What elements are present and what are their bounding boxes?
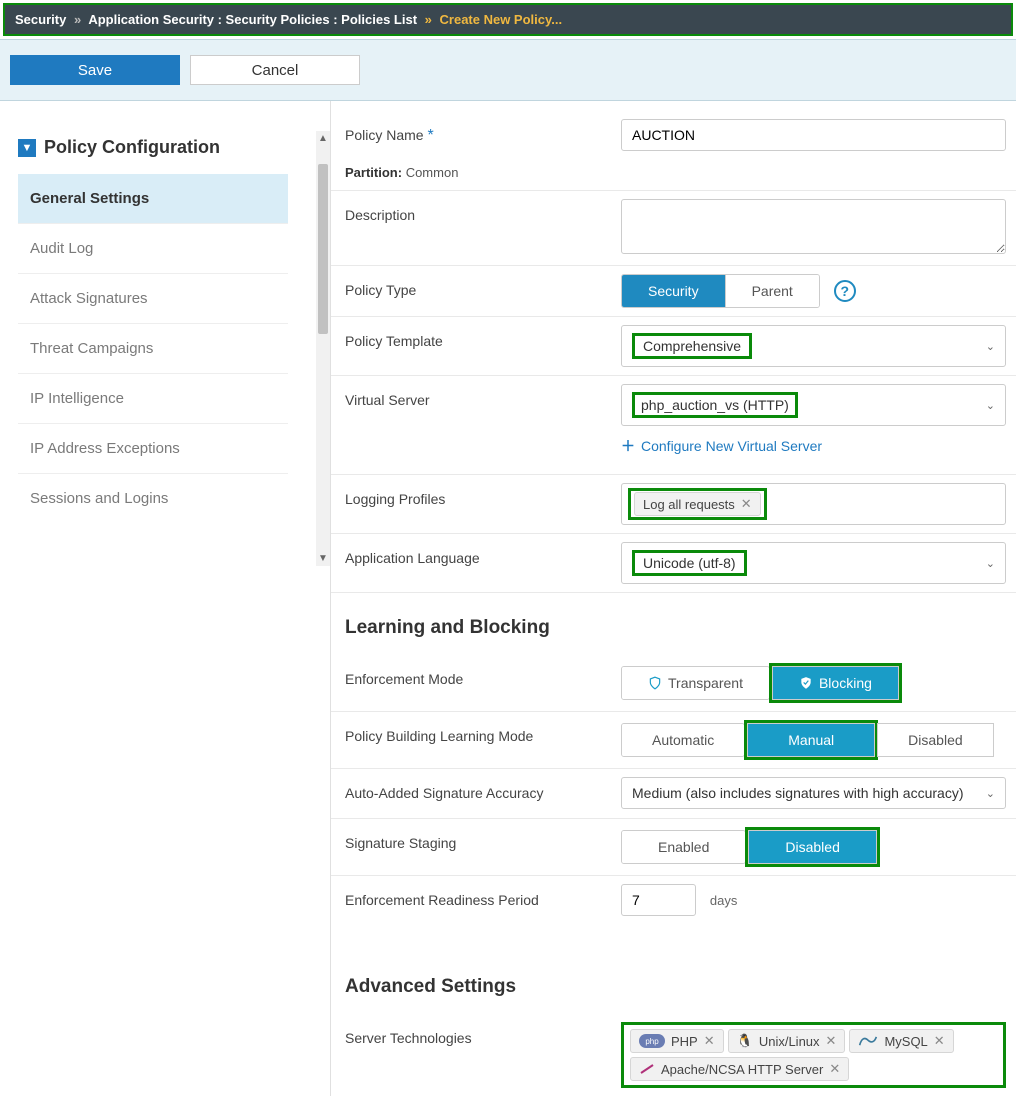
policy-template-label: Policy Template (331, 317, 611, 375)
php-icon: php (639, 1034, 665, 1048)
shield-outline-icon (648, 676, 662, 690)
server-tech-tag-apache: Apache/NCSA HTTP Server ✕ (630, 1057, 849, 1081)
server-tech-input[interactable]: php PHP ✕ 🐧 Unix/Linux ✕ MySQL ✕ (624, 1025, 1003, 1085)
remove-tag-icon[interactable]: ✕ (934, 1033, 945, 1049)
sidebar-item-ip-intelligence[interactable]: IP Intelligence (18, 373, 288, 423)
content-pane: Policy Name * Partition: Common Descript… (330, 101, 1016, 1096)
sig-staging-toggle: Enabled (621, 830, 746, 864)
logging-profile-tag: Log all requests ✕ (634, 492, 761, 516)
sidebar-title: Policy Configuration (44, 137, 220, 158)
enforcement-transparent[interactable]: Transparent (622, 667, 769, 699)
help-icon[interactable]: ? (834, 280, 856, 302)
configure-vs-link[interactable]: ＋ Configure New Virtual Server (621, 436, 822, 456)
remove-tag-icon[interactable]: ✕ (829, 1061, 840, 1077)
breadcrumb-path[interactable]: Application Security : Security Policies… (88, 12, 417, 27)
server-tech-label: Server Technologies (331, 1014, 611, 1096)
sig-accuracy-label: Auto-Added Signature Accuracy (331, 769, 611, 818)
readiness-input[interactable] (621, 884, 696, 916)
learning-mode-label: Policy Building Learning Mode (331, 712, 611, 768)
logging-profiles-input[interactable]: Log all requests ✕ (621, 483, 1006, 525)
sidebar-section-header[interactable]: ▼ Policy Configuration (18, 131, 288, 174)
action-bar: Save Cancel (0, 39, 1016, 101)
remove-tag-icon[interactable]: ✕ (704, 1033, 715, 1049)
chevron-down-icon: ⌄ (986, 340, 995, 353)
cancel-button[interactable]: Cancel (190, 55, 360, 85)
virtual-server-label: Virtual Server (331, 376, 611, 474)
policy-type-security[interactable]: Security (622, 275, 725, 307)
breadcrumb-root[interactable]: Security (15, 12, 66, 27)
breadcrumb-sep-icon: » (74, 12, 81, 27)
logging-profiles-label: Logging Profiles (331, 475, 611, 533)
policy-type-label: Policy Type (331, 266, 611, 316)
sidebar-item-general-settings[interactable]: General Settings (18, 174, 288, 223)
policy-type-parent[interactable]: Parent (725, 275, 819, 307)
remove-tag-icon[interactable]: ✕ (741, 496, 752, 512)
collapse-icon[interactable]: ▼ (18, 139, 36, 157)
learning-manual[interactable]: Manual (748, 724, 874, 756)
scroll-up-icon[interactable]: ▲ (316, 131, 330, 146)
learning-automatic[interactable]: Automatic (622, 724, 744, 756)
server-tech-tag-unix: 🐧 Unix/Linux ✕ (728, 1029, 846, 1053)
scroll-thumb[interactable] (318, 164, 328, 334)
policy-template-select[interactable]: Comprehensive ⌄ (621, 325, 1006, 367)
mysql-icon (858, 1035, 878, 1047)
sidebar: ▼ Policy Configuration General SettingsA… (0, 101, 330, 1096)
chevron-down-icon: ⌄ (986, 557, 995, 570)
advanced-section-title: Advanced Settings (331, 926, 1016, 1014)
learning-disabled[interactable]: Disabled (878, 724, 992, 756)
learning-mode-toggle: Automatic (621, 723, 745, 757)
enforcement-blocking[interactable]: Blocking (773, 667, 898, 699)
learning-section-title: Learning and Blocking (331, 593, 1016, 655)
staging-enabled[interactable]: Enabled (622, 831, 745, 863)
shield-check-icon (799, 676, 813, 690)
sidebar-item-threat-campaigns[interactable]: Threat Campaigns (18, 323, 288, 373)
description-label: Description (331, 191, 611, 265)
readiness-unit: days (710, 893, 737, 908)
breadcrumb: Security » Application Security : Securi… (3, 3, 1013, 36)
remove-tag-icon[interactable]: ✕ (826, 1033, 837, 1049)
sidebar-item-sessions-and-logins[interactable]: Sessions and Logins (18, 473, 288, 523)
server-tech-tag-mysql: MySQL ✕ (849, 1029, 953, 1053)
plus-icon: ＋ (621, 436, 635, 456)
sidebar-item-attack-signatures[interactable]: Attack Signatures (18, 273, 288, 323)
policy-name-input[interactable] (621, 119, 1006, 151)
sig-staging-label: Signature Staging (331, 819, 611, 875)
server-tech-tag-php: php PHP ✕ (630, 1029, 724, 1053)
policy-type-toggle: Security Parent (621, 274, 820, 308)
linux-icon: 🐧 (737, 1033, 753, 1049)
chevron-down-icon: ⌄ (986, 787, 995, 800)
enforcement-mode-label: Enforcement Mode (331, 655, 611, 711)
description-input[interactable] (621, 199, 1006, 254)
breadcrumb-sep-icon: » (425, 12, 432, 27)
scroll-down-icon[interactable]: ▼ (316, 551, 330, 566)
staging-disabled[interactable]: Disabled (749, 831, 875, 863)
readiness-label: Enforcement Readiness Period (331, 876, 611, 926)
save-button[interactable]: Save (10, 55, 180, 85)
policy-name-label: Policy Name (345, 127, 424, 143)
sidebar-item-ip-address-exceptions[interactable]: IP Address Exceptions (18, 423, 288, 473)
sig-accuracy-select[interactable]: Medium (also includes signatures with hi… (621, 777, 1006, 809)
breadcrumb-current: Create New Policy... (440, 12, 563, 27)
enforcement-mode-toggle: Transparent (621, 666, 770, 700)
chevron-down-icon: ⌄ (986, 399, 995, 412)
required-icon: * (427, 127, 433, 144)
app-language-select[interactable]: Unicode (utf-8) ⌄ (621, 542, 1006, 584)
sidebar-item-audit-log[interactable]: Audit Log (18, 223, 288, 273)
scrollbar[interactable]: ▲ ▼ (316, 131, 330, 566)
app-language-label: Application Language (331, 534, 611, 592)
virtual-server-select[interactable]: php_auction_vs (HTTP) ⌄ (621, 384, 1006, 426)
apache-icon (639, 1063, 655, 1075)
